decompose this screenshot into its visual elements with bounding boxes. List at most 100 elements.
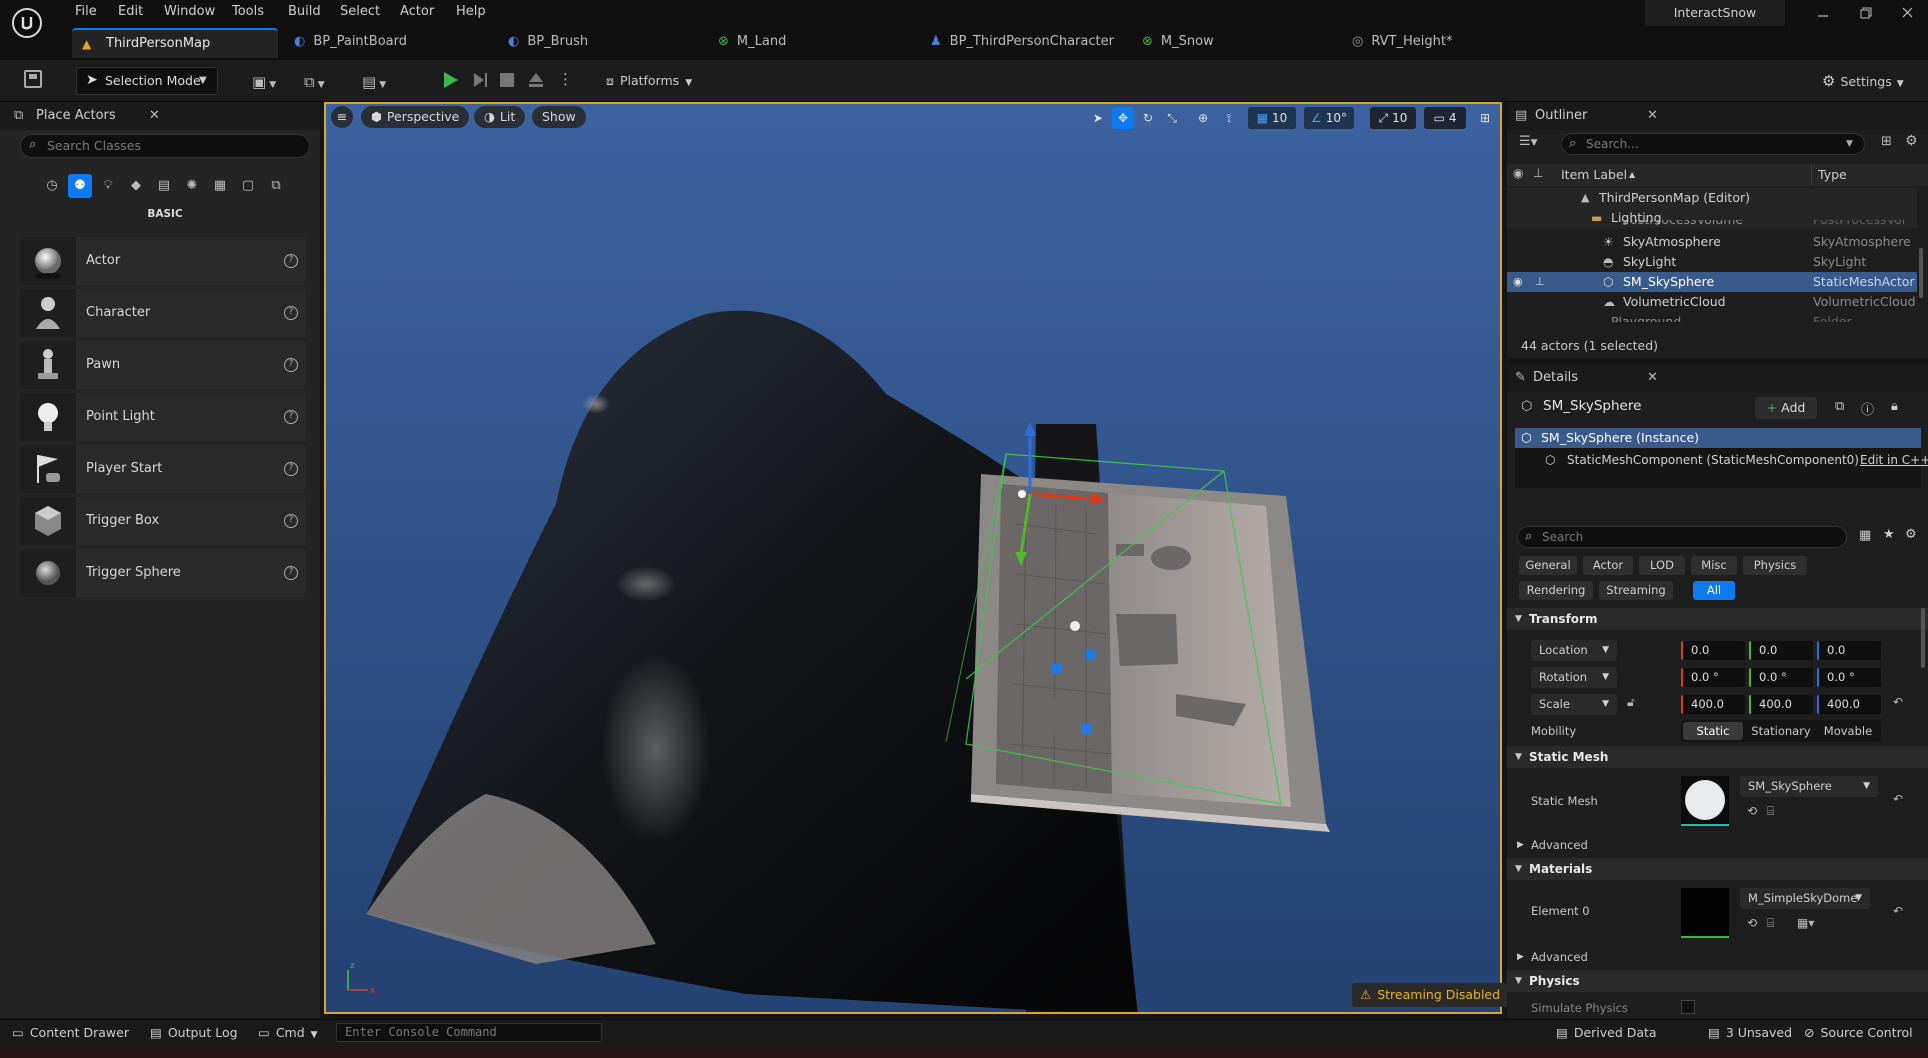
reset-icon[interactable]: ↶	[1893, 695, 1903, 709]
menu-file[interactable]: File	[75, 0, 97, 24]
actor-item-trigger-box[interactable]: Trigger Box ?	[20, 497, 306, 545]
gear-icon[interactable]: ⚙	[1905, 133, 1918, 149]
tree-row-selected[interactable]: ◉ ⊥ ⬡ SM_SkySphere StaticMeshActor	[1507, 272, 1917, 292]
help-icon[interactable]: ⓘ	[1861, 399, 1874, 418]
world-space-icon[interactable]: ⊕	[1192, 107, 1214, 129]
play-button[interactable]	[440, 70, 460, 90]
stop-button[interactable]	[498, 71, 516, 89]
help-icon[interactable]: ?	[284, 566, 298, 580]
tab-m-land[interactable]: ⊗ M_Land	[718, 28, 858, 56]
lit-button[interactable]: ◑ Lit	[474, 106, 526, 128]
geometry-icon[interactable]: ▦	[208, 174, 232, 198]
browse-icon[interactable]: ⟲	[1747, 916, 1757, 930]
scale-z-field[interactable]: 400.0	[1817, 695, 1881, 714]
location-dropdown[interactable]: Location ▼	[1531, 640, 1617, 661]
mobility-static[interactable]: Static	[1683, 722, 1743, 740]
details-search-input[interactable]: ⌕ Search	[1517, 526, 1847, 548]
basic-category-icon[interactable]: ⚉	[68, 174, 92, 198]
material-thumbnail[interactable]	[1681, 888, 1729, 938]
rotation-snap-button[interactable]: ∠ 10°	[1304, 107, 1354, 129]
close-icon[interactable]: ✕	[149, 102, 160, 130]
outliner-scrollbar[interactable]	[1919, 248, 1923, 298]
physics-section-header[interactable]: ▼ Physics	[1507, 970, 1928, 992]
star-icon[interactable]: ★	[1883, 527, 1895, 542]
actor-item-pawn[interactable]: Pawn ?	[20, 341, 306, 389]
rotation-dropdown[interactable]: Rotation ▼	[1531, 667, 1617, 688]
actor-item-point-light[interactable]: Point Light ?	[20, 393, 306, 441]
translate-tool-icon[interactable]: ✥	[1112, 107, 1134, 129]
scale-tool-icon[interactable]: ⤡	[1162, 107, 1182, 129]
grid-snap-button[interactable]: ▦ 10	[1248, 107, 1296, 129]
cmd-dropdown[interactable]: ▭ Cmd ▼	[258, 1019, 318, 1046]
derived-data-button[interactable]: ▤ Derived Data	[1556, 1019, 1657, 1046]
content-drawer-button[interactable]: ▭ Content Drawer	[12, 1019, 129, 1046]
unreal-logo-icon[interactable]	[12, 8, 42, 38]
filter-misc[interactable]: Misc	[1691, 556, 1737, 575]
visual-effects-icon[interactable]: ✺	[180, 174, 204, 198]
scale-dropdown[interactable]: Scale ▼	[1531, 694, 1617, 715]
help-icon[interactable]: ?	[284, 462, 298, 476]
actor-item-trigger-sphere[interactable]: Trigger Sphere ?	[20, 549, 306, 597]
perspective-button[interactable]: ⬢ Perspective	[361, 106, 470, 128]
material-dropdown[interactable]: M_SimpleSkyDome ▼	[1740, 888, 1870, 909]
save-icon[interactable]	[24, 70, 42, 88]
settings-button[interactable]: ⚙ Settings ▼	[1822, 67, 1904, 95]
tab-m-snow[interactable]: ⊗ M_Snow	[1142, 28, 1282, 56]
close-icon[interactable]: ✕	[1647, 364, 1658, 392]
help-icon[interactable]: ?	[284, 514, 298, 528]
shapes-icon[interactable]: ◆	[124, 174, 148, 198]
cinematic-icon[interactable]: ▤	[152, 174, 176, 198]
tab-bp-brush[interactable]: ◐ BP_Brush	[508, 28, 658, 56]
eye-icon[interactable]: ◉	[1513, 166, 1523, 180]
tree-row[interactable]: ◓ SkyLight SkyLight	[1507, 252, 1917, 272]
tab-bp-paintboard[interactable]: ◐ BP_PaintBoard	[294, 28, 474, 56]
location-x-field[interactable]: 0.0	[1681, 641, 1745, 660]
help-icon[interactable]: ?	[284, 358, 298, 372]
platforms-button[interactable]: ⧈ Platforms ▼	[606, 67, 692, 95]
menu-actor[interactable]: Actor	[400, 0, 434, 24]
edit-in-cpp-link[interactable]: Edit in C++	[1860, 450, 1928, 470]
tree-row-folder[interactable]: Playground Folder	[1507, 312, 1917, 322]
source-control-button[interactable]: ⊘ Source Control	[1804, 1019, 1913, 1046]
rotation-x-field[interactable]: 0.0 °	[1681, 668, 1745, 687]
blueprints-icon[interactable]: ⧉ ▼	[304, 73, 325, 91]
surface-snap-icon[interactable]: ⟟	[1218, 107, 1240, 129]
tree-row[interactable]: ☀ SkyAtmosphere SkyAtmosphere	[1507, 232, 1917, 252]
column-item-label[interactable]: Item Label	[1561, 164, 1627, 186]
eject-button[interactable]	[526, 70, 546, 90]
select-tool-icon[interactable]: ➤	[1088, 107, 1108, 129]
actor-item-character[interactable]: Character ?	[20, 289, 306, 337]
tree-row[interactable]: PostProcessVolume PostProcessVol	[1507, 220, 1917, 232]
viewport-options-button[interactable]: ≡	[331, 106, 353, 128]
outliner-search-input[interactable]: ⌕ Search... ▼	[1561, 133, 1865, 155]
menu-tools[interactable]: Tools	[232, 0, 264, 24]
restore-button[interactable]	[1858, 6, 1874, 20]
find-in-browser-icon[interactable]: ⌸	[1767, 804, 1774, 819]
materials-section-header[interactable]: ▼ Materials	[1507, 858, 1928, 880]
play-options-icon[interactable]: ⋮	[558, 70, 573, 88]
find-in-browser-icon[interactable]: ⌸	[1767, 916, 1774, 931]
menu-window[interactable]: Window	[164, 0, 215, 24]
actor-item-actor[interactable]: Actor ?	[20, 237, 306, 285]
level-viewport[interactable]: z x	[324, 102, 1502, 1014]
tree-row-level[interactable]: ▲ ThirdPersonMap (Editor)	[1507, 188, 1917, 208]
static-mesh-advanced-row[interactable]: ▶ Advanced	[1507, 834, 1928, 856]
viewport-layout-icon[interactable]: ⊞	[1474, 107, 1496, 129]
tab-rvt-height[interactable]: ◎ RVT_Height*	[1352, 28, 1522, 56]
filter-lod[interactable]: LOD	[1639, 556, 1685, 575]
filter-general[interactable]: General	[1519, 556, 1577, 575]
static-mesh-thumbnail[interactable]	[1681, 776, 1729, 826]
lock-icon[interactable]: 🔒︎	[1891, 399, 1898, 414]
output-log-button[interactable]: ▤ Output Log	[150, 1019, 238, 1046]
selection-mode-dropdown[interactable]: ➤ Selection Mode ▼	[76, 67, 218, 95]
static-mesh-section-header[interactable]: ▼ Static Mesh	[1507, 746, 1928, 768]
help-icon[interactable]: ?	[284, 410, 298, 424]
scale-y-field[interactable]: 400.0	[1749, 695, 1813, 714]
location-y-field[interactable]: 0.0	[1749, 641, 1813, 660]
menu-build[interactable]: Build	[288, 0, 321, 24]
browse-icon[interactable]: ⟲	[1747, 804, 1757, 818]
help-icon[interactable]: ?	[284, 254, 298, 268]
menu-edit[interactable]: Edit	[118, 0, 143, 24]
static-mesh-dropdown[interactable]: SM_SkySphere ▼	[1740, 776, 1878, 797]
lights-icon[interactable]: 💡︎	[96, 174, 120, 198]
